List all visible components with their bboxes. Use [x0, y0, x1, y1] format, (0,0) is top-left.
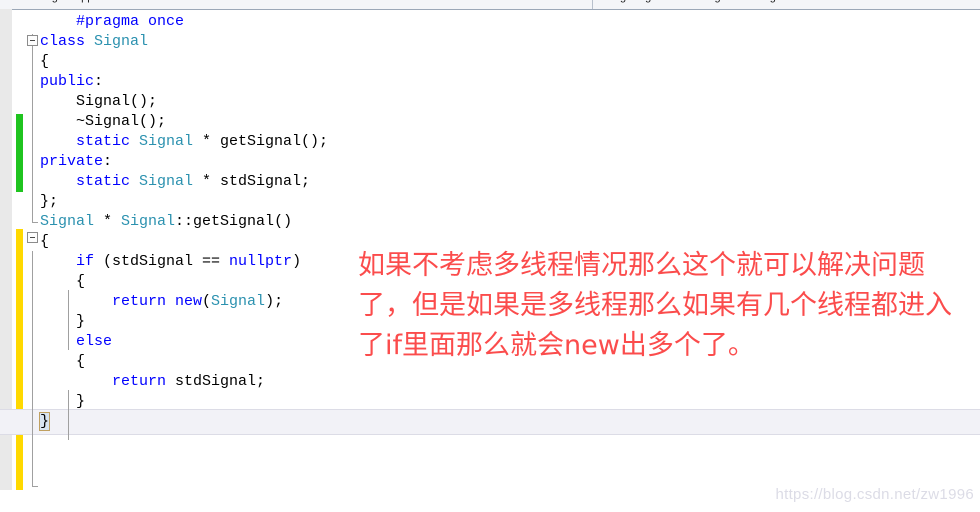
collapse-box-class[interactable]	[27, 35, 38, 46]
watermark: https://blog.csdn.net/zw1996	[775, 486, 974, 503]
code-token: Signal	[211, 293, 266, 310]
code-token: class	[40, 33, 95, 50]
code-token: }	[76, 313, 86, 330]
toolbar-scope-label-member-2: stdSignal	[690, 0, 735, 3]
code-token: new	[175, 293, 203, 310]
code-line[interactable]: class Signal	[40, 32, 148, 52]
code-token: };	[40, 193, 59, 210]
code-token: #pragma once	[76, 13, 185, 30]
yellow-change-bar	[16, 229, 23, 490]
code-token: {	[40, 53, 50, 70]
collapse-box-function[interactable]	[27, 232, 38, 243]
code-token: Signal	[139, 173, 194, 190]
editor-window: Signal.cpp getSignal stdSignal Signal #p…	[0, 0, 980, 512]
code-token: Signal	[139, 133, 194, 150]
code-token: return	[112, 373, 176, 390]
code-token: * getSignal();	[193, 133, 329, 150]
code-line[interactable]: public:	[40, 72, 103, 92]
code-token: static	[76, 133, 140, 150]
toolbar-separator	[592, 0, 593, 9]
scope-guide-class	[32, 34, 33, 222]
code-line[interactable]: Signal * Signal::getSignal()	[40, 212, 292, 232]
code-token: public	[40, 73, 95, 90]
scope-guide-function	[32, 251, 33, 486]
code-token: :	[94, 73, 104, 90]
current-line-highlight	[0, 409, 980, 435]
code-token: Signal	[40, 213, 95, 230]
code-token: stdSignal;	[175, 373, 266, 390]
code-token: }	[76, 393, 86, 410]
code-line[interactable]: if (stdSignal == nullptr)	[76, 252, 301, 272]
code-token: return	[112, 293, 176, 310]
code-line[interactable]: else	[76, 332, 112, 352]
code-token: private	[40, 153, 104, 170]
code-token: if	[76, 253, 95, 270]
code-line[interactable]: }	[38, 412, 51, 432]
code-token: )	[292, 253, 302, 270]
green-change-bar	[16, 114, 23, 192]
code-token: ~Signal();	[76, 113, 167, 130]
toolbar-strip[interactable]: Signal.cpp getSignal stdSignal Signal	[0, 0, 980, 10]
code-line[interactable]: static Signal * getSignal();	[76, 132, 328, 152]
toolbar-scope-label-left: Signal.cpp	[42, 0, 93, 3]
toolbar-scope-label-member-3: Signal	[760, 0, 791, 3]
scope-guide-function-foot	[32, 486, 38, 487]
code-token: Signal();	[76, 93, 158, 110]
code-token: :	[103, 153, 113, 170]
code-line[interactable]: return new(Signal);	[112, 292, 283, 312]
code-line[interactable]: {	[40, 232, 49, 252]
code-token: else	[76, 333, 113, 350]
code-line[interactable]: {	[76, 352, 85, 372]
code-line[interactable]: #pragma once	[76, 12, 184, 32]
code-line[interactable]: }	[76, 312, 85, 332]
code-token: *	[94, 213, 122, 230]
toolbar-scope-label-member-1: getSignal	[620, 0, 666, 3]
annotation-note: 如果不考虑多线程情况那么这个就可以解决问题了，但是如果是多线程那么如果有几个线程…	[358, 250, 952, 361]
code-token: (	[202, 293, 212, 310]
scope-guide-if-block	[68, 290, 69, 350]
code-token: (stdSignal ==	[94, 253, 230, 270]
code-token: {	[76, 353, 86, 370]
code-token: ::getSignal()	[175, 213, 293, 230]
code-token: * stdSignal;	[193, 173, 311, 190]
code-line[interactable]: Signal();	[76, 92, 157, 112]
code-token: Signal	[121, 213, 176, 230]
code-line[interactable]: private:	[40, 152, 112, 172]
scope-guide-class-foot	[32, 222, 38, 223]
code-token: nullptr	[229, 253, 293, 270]
code-line[interactable]: return stdSignal;	[112, 372, 265, 392]
code-line[interactable]: {	[40, 52, 49, 72]
code-line[interactable]: };	[40, 192, 58, 212]
code-token: }	[38, 412, 51, 431]
code-line[interactable]: }	[76, 392, 85, 412]
code-token: Signal	[94, 33, 149, 50]
code-line[interactable]: ~Signal();	[76, 112, 166, 132]
code-token: );	[265, 293, 284, 310]
code-token: static	[76, 173, 140, 190]
scope-guide-else-block	[68, 390, 69, 440]
code-token: {	[40, 233, 50, 250]
code-line[interactable]: {	[76, 272, 85, 292]
code-token: {	[76, 273, 86, 290]
code-line[interactable]: static Signal * stdSignal;	[76, 172, 310, 192]
